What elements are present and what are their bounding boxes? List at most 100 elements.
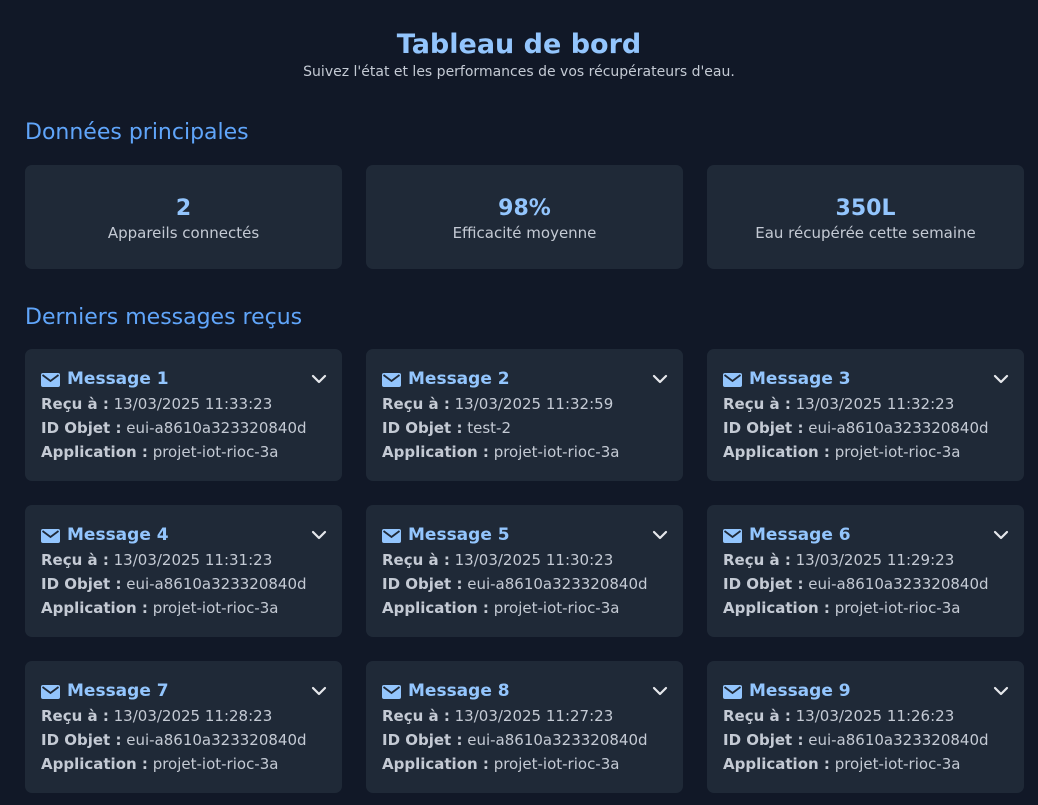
message-card[interactable]: Message 4 Reçu à : 13/03/2025 11:31:23 I… — [25, 505, 342, 637]
application-value: projet-iot-rioc-3a — [152, 599, 279, 617]
application-label: Application : — [382, 443, 489, 461]
stat-value: 350L — [835, 195, 896, 221]
chevron-down-icon[interactable] — [310, 371, 328, 385]
application-label: Application : — [382, 755, 489, 773]
message-received-row: Reçu à : 13/03/2025 11:29:23 — [723, 548, 1008, 572]
application-value: projet-iot-rioc-3a — [834, 599, 961, 617]
received-value: 13/03/2025 11:32:23 — [795, 395, 955, 413]
message-header: Message 4 — [41, 524, 326, 546]
envelope-icon — [382, 528, 401, 543]
message-received-row: Reçu à : 13/03/2025 11:28:23 — [41, 704, 326, 728]
message-card[interactable]: Message 6 Reçu à : 13/03/2025 11:29:23 I… — [707, 505, 1024, 637]
message-title: Message 5 — [408, 525, 510, 545]
message-received-row: Reçu à : 13/03/2025 11:27:23 — [382, 704, 667, 728]
message-object-row: ID Objet : eui-a8610a323320840d — [723, 728, 1008, 752]
received-value: 13/03/2025 11:26:23 — [795, 707, 955, 725]
message-card[interactable]: Message 2 Reçu à : 13/03/2025 11:32:59 I… — [366, 349, 683, 481]
chevron-down-icon[interactable] — [310, 683, 328, 697]
received-label: Reçu à : — [382, 395, 450, 413]
message-received-row: Reçu à : 13/03/2025 11:31:23 — [41, 548, 326, 572]
chevron-down-icon[interactable] — [651, 527, 669, 541]
message-header: Message 7 — [41, 680, 326, 702]
message-application-row: Application : projet-iot-rioc-3a — [723, 752, 1008, 776]
envelope-icon — [723, 528, 742, 543]
received-value: 13/03/2025 11:32:59 — [454, 395, 614, 413]
section-title-main-data: Données principales — [25, 120, 249, 145]
message-title: Message 2 — [408, 369, 510, 389]
application-label: Application : — [723, 755, 830, 773]
message-application-row: Application : projet-iot-rioc-3a — [382, 752, 667, 776]
object-id-label: ID Objet : — [382, 419, 463, 437]
application-label: Application : — [41, 755, 148, 773]
received-value: 13/03/2025 11:28:23 — [113, 707, 273, 725]
received-label: Reçu à : — [41, 551, 109, 569]
received-value: 13/03/2025 11:31:23 — [113, 551, 273, 569]
envelope-icon — [723, 684, 742, 699]
message-object-row: ID Objet : eui-a8610a323320840d — [382, 728, 667, 752]
received-value: 13/03/2025 11:30:23 — [454, 551, 614, 569]
object-id-value: eui-a8610a323320840d — [467, 575, 648, 593]
received-label: Reçu à : — [382, 551, 450, 569]
application-label: Application : — [41, 599, 148, 617]
message-card[interactable]: Message 1 Reçu à : 13/03/2025 11:33:23 I… — [25, 349, 342, 481]
chevron-down-icon[interactable] — [992, 683, 1010, 697]
application-value: projet-iot-rioc-3a — [493, 443, 620, 461]
stats-grid: 2 Appareils connectés 98% Efficacité moy… — [25, 165, 1024, 269]
message-object-row: ID Objet : eui-a8610a323320840d — [723, 416, 1008, 440]
stat-card-water: 350L Eau récupérée cette semaine — [707, 165, 1024, 269]
message-header: Message 5 — [382, 524, 667, 546]
page-title: Tableau de bord — [396, 29, 642, 60]
message-title: Message 1 — [67, 369, 169, 389]
messages-grid: Message 1 Reçu à : 13/03/2025 11:33:23 I… — [25, 349, 1024, 793]
message-received-row: Reçu à : 13/03/2025 11:32:59 — [382, 392, 667, 416]
received-label: Reçu à : — [41, 707, 109, 725]
message-application-row: Application : projet-iot-rioc-3a — [41, 752, 326, 776]
message-card[interactable]: Message 3 Reçu à : 13/03/2025 11:32:23 I… — [707, 349, 1024, 481]
received-value: 13/03/2025 11:27:23 — [454, 707, 614, 725]
envelope-icon — [382, 372, 401, 387]
message-application-row: Application : projet-iot-rioc-3a — [723, 440, 1008, 464]
envelope-icon — [41, 528, 60, 543]
message-object-row: ID Objet : eui-a8610a323320840d — [41, 416, 326, 440]
chevron-down-icon[interactable] — [651, 371, 669, 385]
message-application-row: Application : projet-iot-rioc-3a — [382, 596, 667, 620]
message-header: Message 9 — [723, 680, 1008, 702]
chevron-down-icon[interactable] — [992, 371, 1010, 385]
message-header: Message 6 — [723, 524, 1008, 546]
message-object-row: ID Objet : eui-a8610a323320840d — [41, 728, 326, 752]
chevron-down-icon[interactable] — [992, 527, 1010, 541]
received-label: Reçu à : — [723, 707, 791, 725]
message-header: Message 3 — [723, 368, 1008, 390]
envelope-icon — [723, 372, 742, 387]
message-header: Message 8 — [382, 680, 667, 702]
message-card[interactable]: Message 9 Reçu à : 13/03/2025 11:26:23 I… — [707, 661, 1024, 793]
section-title-messages: Derniers messages reçus — [25, 305, 303, 330]
message-application-row: Application : projet-iot-rioc-3a — [41, 596, 326, 620]
message-card[interactable]: Message 8 Reçu à : 13/03/2025 11:27:23 I… — [366, 661, 683, 793]
message-object-row: ID Objet : eui-a8610a323320840d — [723, 572, 1008, 596]
message-title: Message 6 — [749, 525, 851, 545]
stat-card-efficiency: 98% Efficacité moyenne — [366, 165, 683, 269]
object-id-value: eui-a8610a323320840d — [808, 575, 989, 593]
message-application-row: Application : projet-iot-rioc-3a — [382, 440, 667, 464]
message-title: Message 4 — [67, 525, 169, 545]
object-id-label: ID Objet : — [382, 575, 463, 593]
stat-label: Efficacité moyenne — [452, 223, 597, 242]
message-received-row: Reçu à : 13/03/2025 11:33:23 — [41, 392, 326, 416]
message-card[interactable]: Message 7 Reçu à : 13/03/2025 11:28:23 I… — [25, 661, 342, 793]
chevron-down-icon[interactable] — [651, 683, 669, 697]
chevron-down-icon[interactable] — [310, 527, 328, 541]
object-id-value: eui-a8610a323320840d — [808, 731, 989, 749]
object-id-value: eui-a8610a323320840d — [808, 419, 989, 437]
application-label: Application : — [382, 599, 489, 617]
application-label: Application : — [41, 443, 148, 461]
stat-value: 2 — [175, 195, 192, 221]
message-received-row: Reçu à : 13/03/2025 11:32:23 — [723, 392, 1008, 416]
object-id-label: ID Objet : — [723, 731, 804, 749]
object-id-value: eui-a8610a323320840d — [126, 731, 307, 749]
dashboard-page: Tableau de bord Suivez l'état et les per… — [0, 0, 1038, 805]
application-value: projet-iot-rioc-3a — [834, 443, 961, 461]
message-card[interactable]: Message 5 Reçu à : 13/03/2025 11:30:23 I… — [366, 505, 683, 637]
stat-label: Appareils connectés — [107, 223, 260, 242]
object-id-label: ID Objet : — [723, 575, 804, 593]
